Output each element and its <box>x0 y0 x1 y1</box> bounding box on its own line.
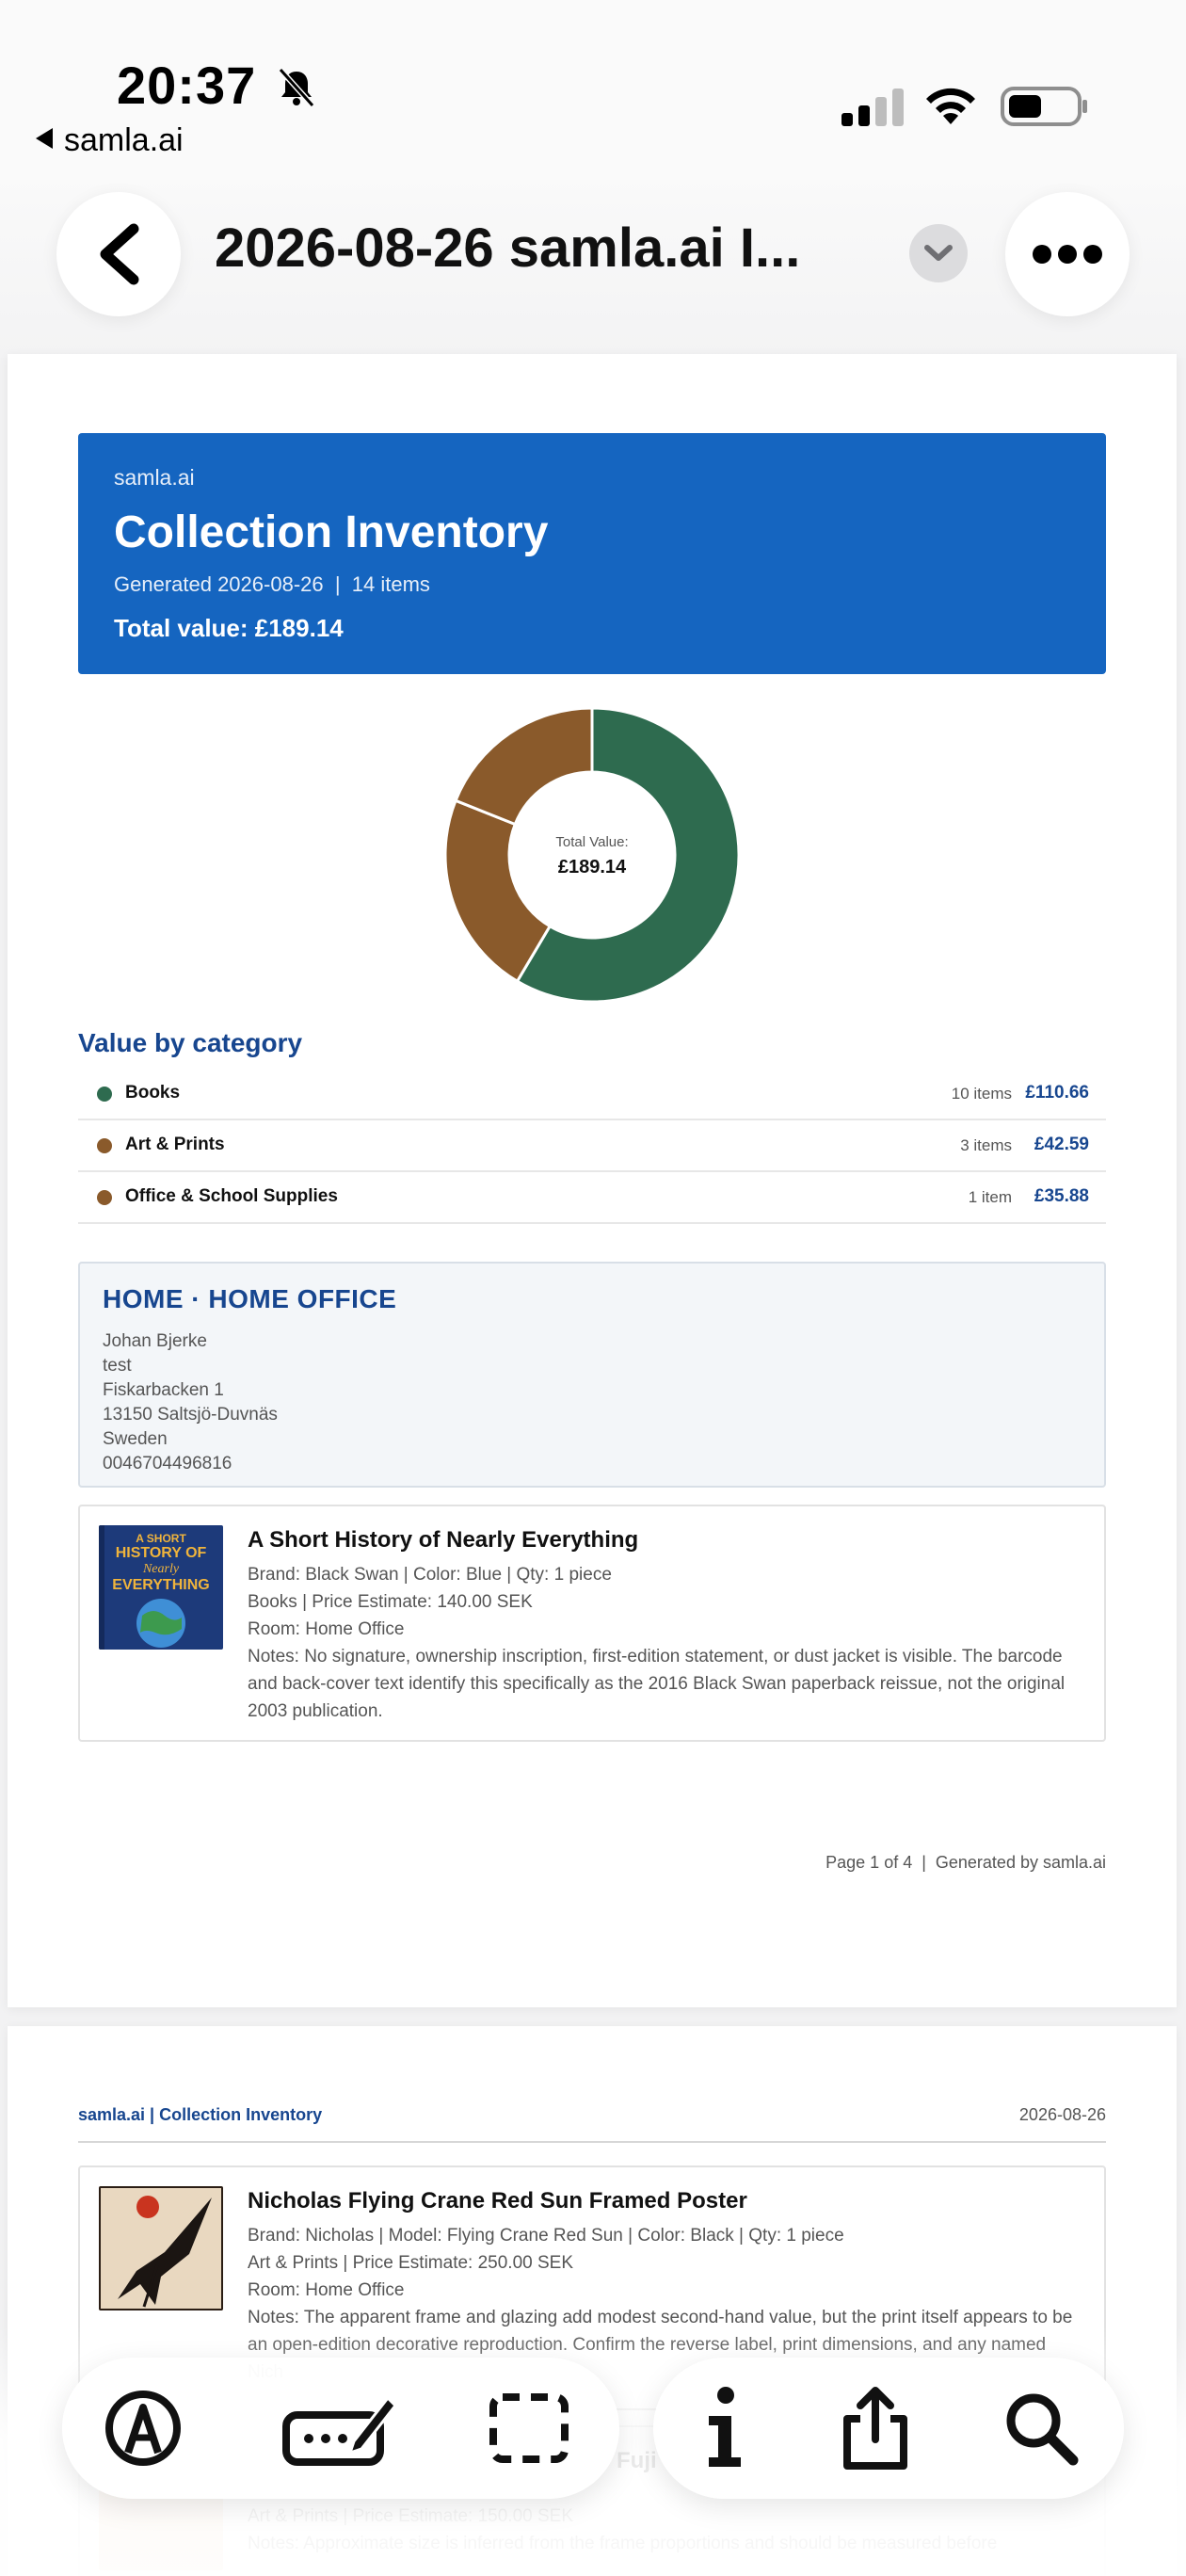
item-detail-line: Room: Home Office <box>248 1619 405 1639</box>
item-detail-line: Brand: Nicholas | Model: Flying Crane Re… <box>248 2226 844 2246</box>
toolbar-left-group <box>62 2358 619 2499</box>
category-dot <box>97 1190 112 1205</box>
room-title: HOME · HOME OFFICE <box>103 1284 397 1313</box>
page2-header-rule <box>78 2141 1106 2143</box>
bell-slash-icon <box>278 67 315 108</box>
item-thumbnail: A SHORT HISTORY OF Nearly EVERYTHING <box>99 1525 223 1650</box>
category-count: 10 items <box>951 1085 1012 1103</box>
category-dot <box>97 1087 112 1102</box>
inventory-header-card: samla.ai Collection Inventory Generated … <box>78 433 1106 674</box>
room-line: 0046704496816 <box>103 1454 232 1473</box>
page2-header-date: 2026-08-26 <box>1018 2105 1106 2124</box>
category-count: 1 item <box>968 1188 1012 1206</box>
donut-center-label: Total Value: <box>555 834 629 850</box>
item-detail-line: Books | Price Estimate: 140.00 SEK <box>248 1592 533 1612</box>
item-detail-line: Room: Home Office <box>248 2280 405 2300</box>
category-name: Books <box>125 1083 181 1103</box>
item-detail-line: Art & Prints | Price Estimate: 250.00 SE… <box>248 2253 574 2273</box>
category-donut-chart: Total Value: £189.14 <box>441 704 743 1006</box>
donut-svg <box>443 706 741 1004</box>
search-button[interactable] <box>975 2358 1107 2499</box>
room-line: Johan Bjerke <box>103 1331 207 1351</box>
room-line: Fiskarbacken 1 <box>103 1380 224 1400</box>
item-details: Brand: Black Swan | Color: Blue | Qty: 1… <box>248 1561 1085 1725</box>
status-time: 20:37 <box>117 56 257 115</box>
cellular-signal-icon <box>841 89 904 126</box>
markup-icon <box>105 2391 181 2466</box>
more-icon <box>1033 245 1102 264</box>
select-region-icon <box>489 2393 569 2463</box>
header-title: Collection Inventory <box>114 507 549 557</box>
donut-center-value: £189.14 <box>557 857 627 877</box>
page-footer: Page 1 of 4 | Generated by samla.ai <box>825 1853 1106 1872</box>
document-page-1: samla.ai Collection Inventory Generated … <box>8 354 1177 2007</box>
category-count: 3 items <box>960 1136 1012 1154</box>
header-brand: samla.ai <box>114 465 195 490</box>
back-button[interactable] <box>56 192 181 316</box>
svg-text:Nearly: Nearly <box>142 1562 180 1576</box>
category-name: Office & School Supplies <box>125 1186 338 1206</box>
svg-text:EVERYTHING: EVERYTHING <box>112 1577 209 1593</box>
value-by-category-title: Value by category <box>78 1028 303 1057</box>
item-name: Nicholas Flying Crane Red Sun Framed Pos… <box>248 2188 747 2214</box>
category-dot <box>97 1138 112 1153</box>
wifi-icon <box>926 88 975 124</box>
edit-text-button[interactable] <box>275 2358 407 2499</box>
header-total-value: Total value: £189.14 <box>114 614 344 642</box>
select-region-button[interactable] <box>463 2358 595 2499</box>
page2-header-left: samla.ai | Collection Inventory <box>78 2105 323 2124</box>
donut-slice-office-school-supplies <box>454 706 594 827</box>
svg-text:A SHORT: A SHORT <box>136 1532 186 1545</box>
room-line: 13150 Saltsjö-Duvnäs <box>103 1405 278 1425</box>
room-card: HOME · HOME OFFICE Johan Bjerke test Fis… <box>78 1262 1106 1488</box>
item-detail-line: Art & Prints | Price Estimate: 150.00 SE… <box>248 2506 574 2526</box>
battery-icon <box>1001 87 1087 126</box>
item-name: Fuji <box>617 2448 657 2473</box>
room-line: Sweden <box>103 1429 168 1449</box>
chevron-left-icon <box>100 223 139 285</box>
item-card[interactable]: A SHORT HISTORY OF Nearly EVERYTHING A S… <box>78 1505 1106 1742</box>
screen: 20:37 samla.ai 2026-08-26 samla.ai I... … <box>0 0 1186 2576</box>
donut-slice-art-prints <box>443 798 553 984</box>
category-name: Art & Prints <box>125 1135 225 1154</box>
item-details: Art & Prints | Price Estimate: 150.00 SE… <box>248 2503 1085 2557</box>
category-value: £42.59 <box>1034 1135 1089 1154</box>
item-notes: Notes: No signature, ownership inscripti… <box>248 1647 1066 1721</box>
back-app-label: samla.ai <box>64 122 184 158</box>
back-triangle-icon <box>36 128 53 149</box>
status-bar: 20:37 samla.ai <box>0 0 1186 169</box>
back-to-app-link[interactable]: samla.ai <box>36 122 184 159</box>
chevron-down-icon <box>924 245 953 261</box>
info-icon <box>709 2387 741 2467</box>
room-line: test <box>103 1356 132 1376</box>
share-button[interactable] <box>809 2358 941 2499</box>
toolbar-right-group <box>653 2358 1124 2499</box>
nav-bar: 2026-08-26 samla.ai I... <box>0 169 1186 358</box>
search-icon <box>1006 2393 1079 2466</box>
item-detail-line: Brand: Black Swan | Color: Blue | Qty: 1… <box>248 1565 612 1585</box>
header-meta: Generated 2026-08-26 | 14 items <box>114 572 430 596</box>
item-notes: Notes: Approximate size is inferred from… <box>248 2534 998 2553</box>
edit-text-icon <box>282 2395 397 2466</box>
room-address: Johan Bjerke test Fiskarbacken 1 13150 S… <box>103 1329 278 1476</box>
item-name: A Short History of Nearly Everything <box>248 1527 639 1553</box>
share-icon <box>843 2387 907 2470</box>
info-button[interactable] <box>659 2358 791 2499</box>
book-cover-image: A SHORT HISTORY OF Nearly EVERYTHING <box>99 1525 223 1650</box>
category-value: £35.88 <box>1034 1186 1089 1206</box>
svg-text:HISTORY OF: HISTORY OF <box>116 1545 207 1561</box>
title-menu-button[interactable] <box>909 224 968 282</box>
category-row: Office & School Supplies 1 item £35.88 <box>78 1173 1106 1224</box>
category-value: £110.66 <box>1025 1083 1089 1103</box>
document-title[interactable]: 2026-08-26 samla.ai I... <box>215 217 873 280</box>
markup-button[interactable] <box>77 2358 209 2499</box>
category-row: Books 10 items £110.66 <box>78 1070 1106 1120</box>
more-button[interactable] <box>1005 192 1130 316</box>
category-row: Art & Prints 3 items £42.59 <box>78 1121 1106 1172</box>
item-thumbnail <box>99 2186 223 2310</box>
poster-image <box>99 2186 223 2310</box>
